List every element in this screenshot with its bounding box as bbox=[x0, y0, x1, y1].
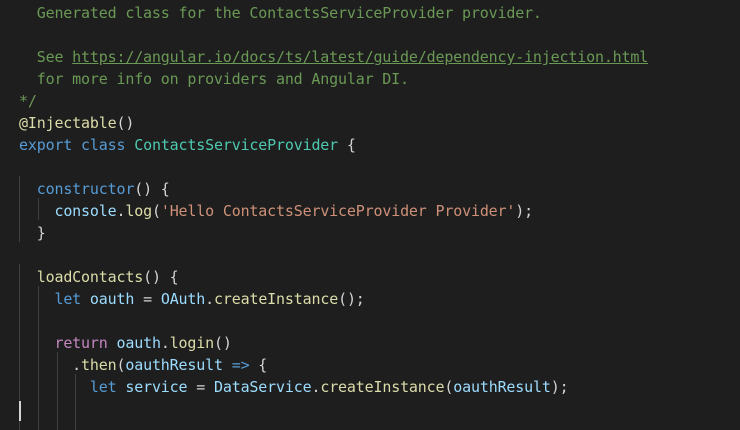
code-token: = bbox=[187, 378, 214, 396]
code-token: ( bbox=[151, 202, 161, 220]
code-token: . bbox=[311, 378, 321, 396]
code-token: ( bbox=[444, 378, 454, 396]
code-token: return bbox=[54, 334, 108, 352]
code-line: See https://angular.io/docs/ts/latest/gu… bbox=[19, 46, 649, 68]
code-token: } bbox=[19, 224, 46, 242]
code-token: */ bbox=[19, 92, 37, 110]
code-token: () bbox=[214, 334, 232, 352]
code-token: See bbox=[19, 48, 73, 66]
code-line: .then(oauthResult => { bbox=[19, 354, 267, 376]
code-token: createInstance bbox=[214, 290, 339, 308]
code-line: Generated class for the ContactsServiceP… bbox=[19, 2, 542, 24]
code-token: console bbox=[54, 202, 117, 220]
code-token: { bbox=[338, 136, 356, 154]
code-line: } bbox=[19, 222, 46, 244]
code-token: login bbox=[169, 334, 214, 352]
code-token: let bbox=[54, 290, 82, 308]
code-line: constructor() { bbox=[19, 178, 170, 200]
code-token: oauthResult bbox=[453, 378, 551, 396]
code-token: . bbox=[160, 334, 170, 352]
code-token: Generated class for the ContactsServiceP… bbox=[19, 4, 542, 22]
code-token: oauthResult bbox=[125, 356, 223, 374]
code-line: export class ContactsServiceProvider { bbox=[19, 134, 356, 156]
code-token: oauth bbox=[89, 290, 135, 308]
code-token: @Injectable bbox=[19, 114, 117, 132]
code-editor[interactable]: Generated class for the ContactsServiceP… bbox=[0, 0, 740, 430]
code-token: log bbox=[125, 202, 152, 220]
code-link[interactable]: https://angular.io/docs/ts/latest/guide/… bbox=[72, 48, 648, 66]
code-token: { bbox=[249, 356, 268, 374]
code-line: let service = DataService.createInstance… bbox=[19, 376, 569, 398]
code-token: ContactsServiceProvider bbox=[134, 136, 339, 154]
code-token: service bbox=[125, 378, 188, 396]
code-line: */ bbox=[19, 90, 37, 112]
code-token: () { bbox=[134, 180, 170, 198]
code-line: return oauth.login() bbox=[19, 332, 232, 354]
code-token: let bbox=[89, 378, 117, 396]
code-token: oauth bbox=[116, 334, 161, 352]
code-token: ); bbox=[515, 202, 533, 220]
code-token: () { bbox=[143, 268, 179, 286]
code-token: (); bbox=[338, 290, 365, 308]
code-line: loadContacts() { bbox=[19, 266, 179, 288]
code-token: . bbox=[19, 356, 82, 374]
code-token: => bbox=[231, 356, 250, 374]
code-token: . bbox=[205, 290, 215, 308]
code-token: then bbox=[81, 356, 117, 374]
code-token: 'Hello ContactsServiceProvider Provider' bbox=[160, 202, 516, 220]
code-token: ); bbox=[550, 378, 569, 396]
code-token: OAuth bbox=[160, 290, 206, 308]
code-token: DataService bbox=[213, 378, 312, 396]
code-line: for more info on providers and Angular D… bbox=[19, 68, 409, 90]
code-token: () bbox=[116, 114, 135, 132]
code-line: console.log('Hello ContactsServiceProvid… bbox=[19, 200, 533, 222]
code-token: for more info on providers and Angular D… bbox=[19, 70, 409, 88]
code-token: export bbox=[19, 136, 73, 154]
code-token: constructor bbox=[36, 180, 135, 198]
code-token: = bbox=[134, 290, 161, 308]
code-line: @Injectable() bbox=[19, 112, 134, 134]
text-cursor bbox=[19, 401, 21, 421]
code-line: let oauth = OAuth.createInstance(); bbox=[19, 288, 365, 310]
code-token: class bbox=[81, 136, 126, 154]
code-token: createInstance bbox=[320, 378, 445, 396]
code-token: loadContacts bbox=[36, 268, 144, 286]
